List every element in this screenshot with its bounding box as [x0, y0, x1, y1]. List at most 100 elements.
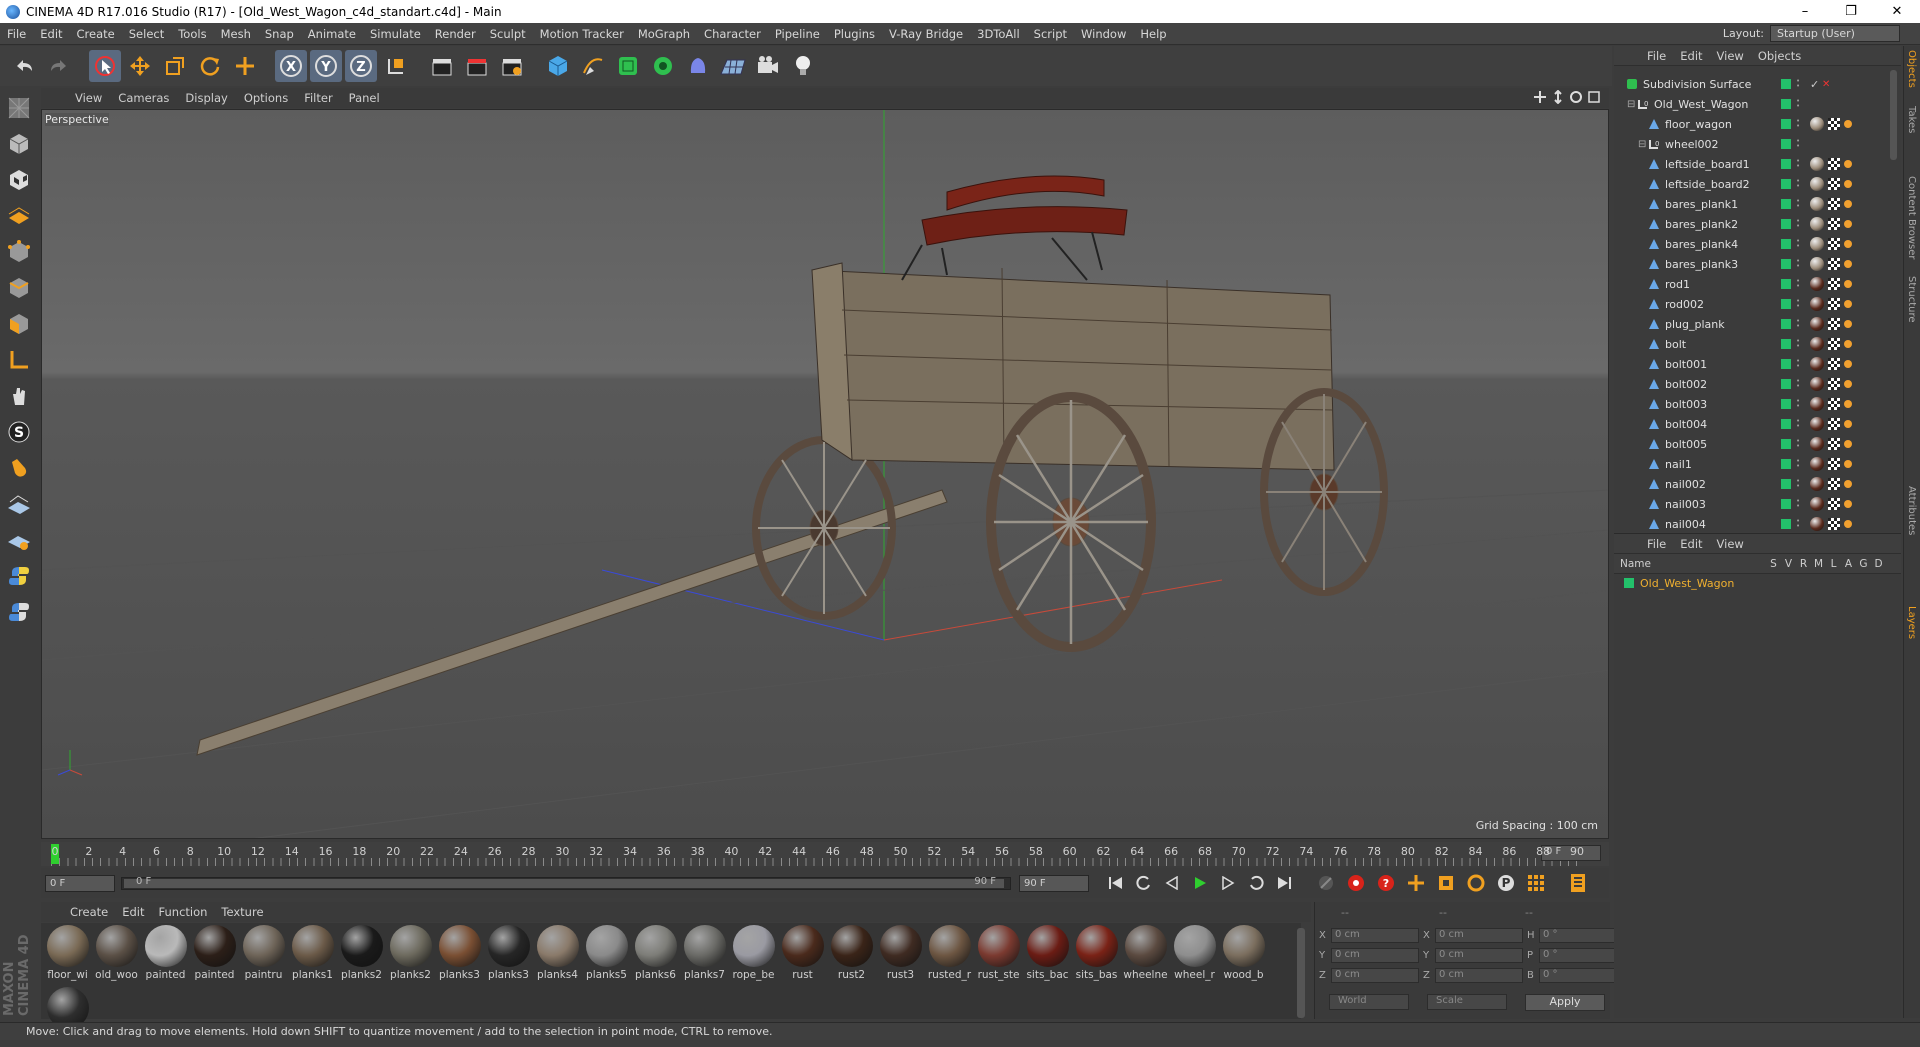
- size-mode-dropdown[interactable]: Scale: [1427, 994, 1507, 1010]
- side-tab-takes[interactable]: Takes: [1906, 106, 1917, 133]
- camera-button[interactable]: [752, 50, 784, 82]
- texture-tag-icon[interactable]: [1828, 338, 1840, 350]
- object-row[interactable]: bares_plank3 • •: [1614, 254, 1901, 274]
- side-tab-attributes[interactable]: Attributes: [1906, 486, 1917, 535]
- viewport-menu-view[interactable]: View: [67, 91, 110, 105]
- material-swatch[interactable]: floor_wi: [43, 923, 92, 985]
- menu-snap[interactable]: Snap: [258, 27, 301, 41]
- menu-create[interactable]: Create: [70, 27, 122, 41]
- expand-toggle-icon[interactable]: ⊟: [1627, 99, 1635, 110]
- material-swatch[interactable]: planks3: [435, 923, 484, 985]
- key-pla-button[interactable]: [1523, 870, 1549, 896]
- menu-v-ray-bridge[interactable]: V-Ray Bridge: [882, 27, 970, 41]
- visibility-tag[interactable]: [1781, 119, 1791, 129]
- object-row[interactable]: rod002 • •: [1614, 294, 1901, 314]
- object-row[interactable]: ⊟ 0 wheel002 • •: [1614, 134, 1901, 154]
- material-swatch[interactable]: rust: [778, 923, 827, 985]
- move-tool-button[interactable]: [124, 50, 156, 82]
- material-tag-icon[interactable]: [1810, 377, 1824, 391]
- texture-tag-icon[interactable]: [1828, 378, 1840, 390]
- object-menu-file[interactable]: File: [1640, 49, 1673, 63]
- pos-z-field[interactable]: 0 cm: [1331, 968, 1419, 983]
- uvw-tag-icon[interactable]: [1844, 120, 1852, 128]
- material-swatch[interactable]: old_woo: [92, 923, 141, 985]
- visibility-tag[interactable]: [1781, 79, 1791, 89]
- material-swatch[interactable]: wheelne: [1121, 923, 1170, 985]
- object-row[interactable]: Subdivision Surface • • ✓ ✕: [1614, 74, 1901, 94]
- uvw-tag-icon[interactable]: [1844, 440, 1852, 448]
- material-menu-edit[interactable]: Edit: [115, 905, 151, 919]
- menu-simulate[interactable]: Simulate: [363, 27, 428, 41]
- viewport-menu-cameras[interactable]: Cameras: [110, 91, 177, 105]
- transform-tool-button[interactable]: [229, 50, 261, 82]
- layer-row[interactable]: Old_West_Wagon: [1614, 574, 1901, 592]
- uvw-tag-icon[interactable]: [1844, 380, 1852, 388]
- material-swatch[interactable]: rusted_r: [925, 923, 974, 985]
- model-mode-button[interactable]: [3, 128, 35, 160]
- coord-system-dropdown[interactable]: World: [1329, 994, 1409, 1010]
- visibility-tag[interactable]: [1781, 279, 1791, 289]
- layer-menu-view[interactable]: View: [1710, 537, 1751, 551]
- y-axis-toggle[interactable]: Y: [310, 50, 342, 82]
- enable-check-icon[interactable]: ✓: [1810, 78, 1819, 91]
- material-swatch[interactable]: sits_bac: [1023, 923, 1072, 985]
- material-tag-icon[interactable]: [1810, 397, 1824, 411]
- viewport-menu-panel[interactable]: Panel: [341, 91, 388, 105]
- pos-y-field[interactable]: 0 cm: [1331, 948, 1419, 963]
- next-key-button[interactable]: [1243, 870, 1269, 896]
- render-visibility-dots[interactable]: • •: [1796, 198, 1800, 210]
- visibility-tag[interactable]: [1781, 519, 1791, 529]
- menu-file[interactable]: File: [0, 27, 33, 41]
- object-menu-view[interactable]: View: [1710, 49, 1751, 63]
- frame-range-slider[interactable]: 0 F 90 F: [121, 876, 1011, 890]
- python-script-1-button[interactable]: [3, 560, 35, 592]
- subdivision-surface-button[interactable]: [612, 50, 644, 82]
- close-button[interactable]: ✕: [1874, 0, 1920, 23]
- render-visibility-dots[interactable]: • •: [1796, 478, 1800, 490]
- layer-menu-edit[interactable]: Edit: [1673, 537, 1709, 551]
- object-row[interactable]: floor_wagon • •: [1614, 114, 1901, 134]
- material-swatch[interactable]: rust2: [827, 923, 876, 985]
- material-swatch[interactable]: sits_bas: [1072, 923, 1121, 985]
- scale-tool-button[interactable]: [159, 50, 191, 82]
- coordinate-system-button[interactable]: [380, 50, 412, 82]
- render-to-picture-viewer-button[interactable]: [461, 50, 493, 82]
- object-row[interactable]: plug_plank • •: [1614, 314, 1901, 334]
- zoom-view-icon[interactable]: [1551, 90, 1565, 104]
- visibility-tag[interactable]: [1781, 239, 1791, 249]
- object-row[interactable]: bolt002 • •: [1614, 374, 1901, 394]
- visibility-tag[interactable]: [1781, 379, 1791, 389]
- render-visibility-dots[interactable]: • •: [1796, 158, 1800, 170]
- material-tag-icon[interactable]: [1810, 257, 1824, 271]
- object-row[interactable]: bares_plank1 • •: [1614, 194, 1901, 214]
- viewport-menu-filter[interactable]: Filter: [296, 91, 340, 105]
- material-swatch[interactable]: painted: [190, 923, 239, 985]
- render-visibility-dots[interactable]: • •: [1796, 518, 1800, 530]
- material-menu-create[interactable]: Create: [63, 905, 115, 919]
- visibility-tag[interactable]: [1781, 399, 1791, 409]
- texture-tag-icon[interactable]: [1828, 158, 1840, 170]
- side-tab-content-browser[interactable]: Content Browser: [1906, 176, 1917, 259]
- prev-frame-button[interactable]: [1159, 870, 1185, 896]
- render-visibility-dots[interactable]: • •: [1796, 418, 1800, 430]
- object-row[interactable]: bares_plank2 • •: [1614, 214, 1901, 234]
- material-tag-icon[interactable]: [1810, 297, 1824, 311]
- texture-tag-icon[interactable]: [1828, 238, 1840, 250]
- start-frame-field[interactable]: 0 F: [45, 874, 115, 892]
- texture-tag-icon[interactable]: [1828, 518, 1840, 530]
- material-tag-icon[interactable]: [1810, 457, 1824, 471]
- perspective-viewport[interactable]: Perspective Grid Spacing: 100 cm: [41, 109, 1609, 839]
- menu-window[interactable]: Window: [1074, 27, 1133, 41]
- visibility-tag[interactable]: [1781, 419, 1791, 429]
- uvw-tag-icon[interactable]: [1844, 240, 1852, 248]
- menu-help[interactable]: Help: [1133, 27, 1173, 41]
- material-swatch[interactable]: planks7: [680, 923, 729, 985]
- material-swatch[interactable]: planks2: [386, 923, 435, 985]
- next-frame-button[interactable]: [1215, 870, 1241, 896]
- material-swatch[interactable]: rust_ste: [974, 923, 1023, 985]
- texture-tag-icon[interactable]: [1828, 498, 1840, 510]
- render-view-button[interactable]: [426, 50, 458, 82]
- material-tag-icon[interactable]: [1810, 197, 1824, 211]
- render-visibility-dots[interactable]: • •: [1796, 78, 1800, 90]
- texture-tag-icon[interactable]: [1828, 258, 1840, 270]
